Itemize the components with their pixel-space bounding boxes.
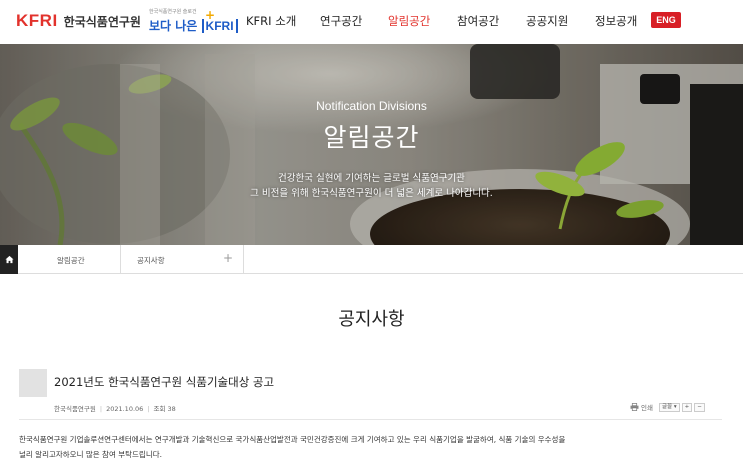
breadcrumb-level1[interactable]: 알림공간: [18, 245, 121, 274]
nav-item-research[interactable]: 연구공간: [320, 13, 362, 29]
breadcrumb-level2-label: 공지사항: [137, 256, 165, 265]
site-header: KFRI 한국식품연구원 한국식품연구원 슬로건 보다 나은 KFRI + KF…: [0, 0, 743, 44]
author-avatar: [19, 369, 47, 397]
site-logo[interactable]: KFRI 한국식품연구원: [16, 11, 141, 31]
logo-mark: KFRI: [16, 11, 58, 30]
nav-item-public-support[interactable]: 공공지원: [526, 13, 568, 29]
slogan-text: 보다 나은 KFRI: [149, 17, 238, 34]
post-date: 2021.10.06: [106, 405, 144, 413]
hero-subtitle: Notification Divisions: [316, 99, 427, 113]
post-body-line1: 한국식품연구원 기업솔루션연구센터에서는 연구개발과 기술혁신으로 국가식품산업…: [19, 435, 566, 444]
post-author: 한국식품연구원: [54, 405, 96, 413]
post-meta: 한국식품연구원 | 2021.10.06 | 조회 38: [54, 405, 176, 413]
nav-item-information[interactable]: 정보공개: [595, 13, 637, 29]
post-body-line2: 널리 알리고자하오니 많은 참여 부탁드립니다.: [19, 450, 163, 459]
hero-description-line2: 그 비전을 위해 한국식품연구원이 더 넓은 세계로 나아갑니다.: [250, 188, 493, 199]
slogan-plus: +: [205, 8, 216, 22]
breadcrumb: 알림공간 공지사항 +: [0, 245, 743, 274]
nav-item-kfri-intro[interactable]: KFRI 소개: [246, 13, 296, 29]
hero-title: 알림공간: [323, 123, 420, 152]
font-select-button[interactable]: 글꼴 ▾: [658, 402, 680, 412]
slogan-caption: 한국식품연구원 슬로건: [149, 9, 197, 15]
zoom-in-button[interactable]: +: [681, 402, 693, 412]
home-icon: [4, 255, 14, 264]
nav-item-notice[interactable]: 알림공간: [388, 13, 430, 29]
post-body: 한국식품연구원 기업솔루션연구센터에서는 연구개발과 기술혁신으로 국가식품산업…: [19, 432, 729, 462]
hero-banner: Notification Divisions 알림공간 건강한국 실현에 기여하…: [0, 44, 743, 245]
hero-description-line1: 건강한국 실현에 기여하는 글로벌 식품연구기관: [278, 173, 465, 184]
english-button[interactable]: ENG: [651, 12, 681, 28]
breadcrumb-level2[interactable]: 공지사항 +: [121, 245, 244, 274]
expand-plus-icon[interactable]: +: [223, 251, 233, 265]
org-name: 한국식품연구원: [63, 14, 141, 29]
nav-item-participation[interactable]: 참여공간: [457, 13, 499, 29]
breadcrumb-level1-label: 알림공간: [57, 256, 85, 265]
post-views: 조회 38: [153, 405, 176, 413]
zoom-out-button[interactable]: −: [694, 402, 705, 412]
page-title: 공지사항: [338, 309, 405, 330]
post-title: 2021년도 한국식품연구원 식품기술대상 공고: [54, 375, 275, 389]
post-divider: [19, 419, 722, 420]
post-tools: 인쇄 글꼴 ▾ + −: [630, 402, 705, 412]
print-button[interactable]: 인쇄: [641, 402, 653, 412]
print-icon[interactable]: [630, 403, 639, 411]
home-button[interactable]: [0, 245, 18, 274]
slogan-logo: 한국식품연구원 슬로건 보다 나은 KFRI +: [149, 8, 238, 36]
